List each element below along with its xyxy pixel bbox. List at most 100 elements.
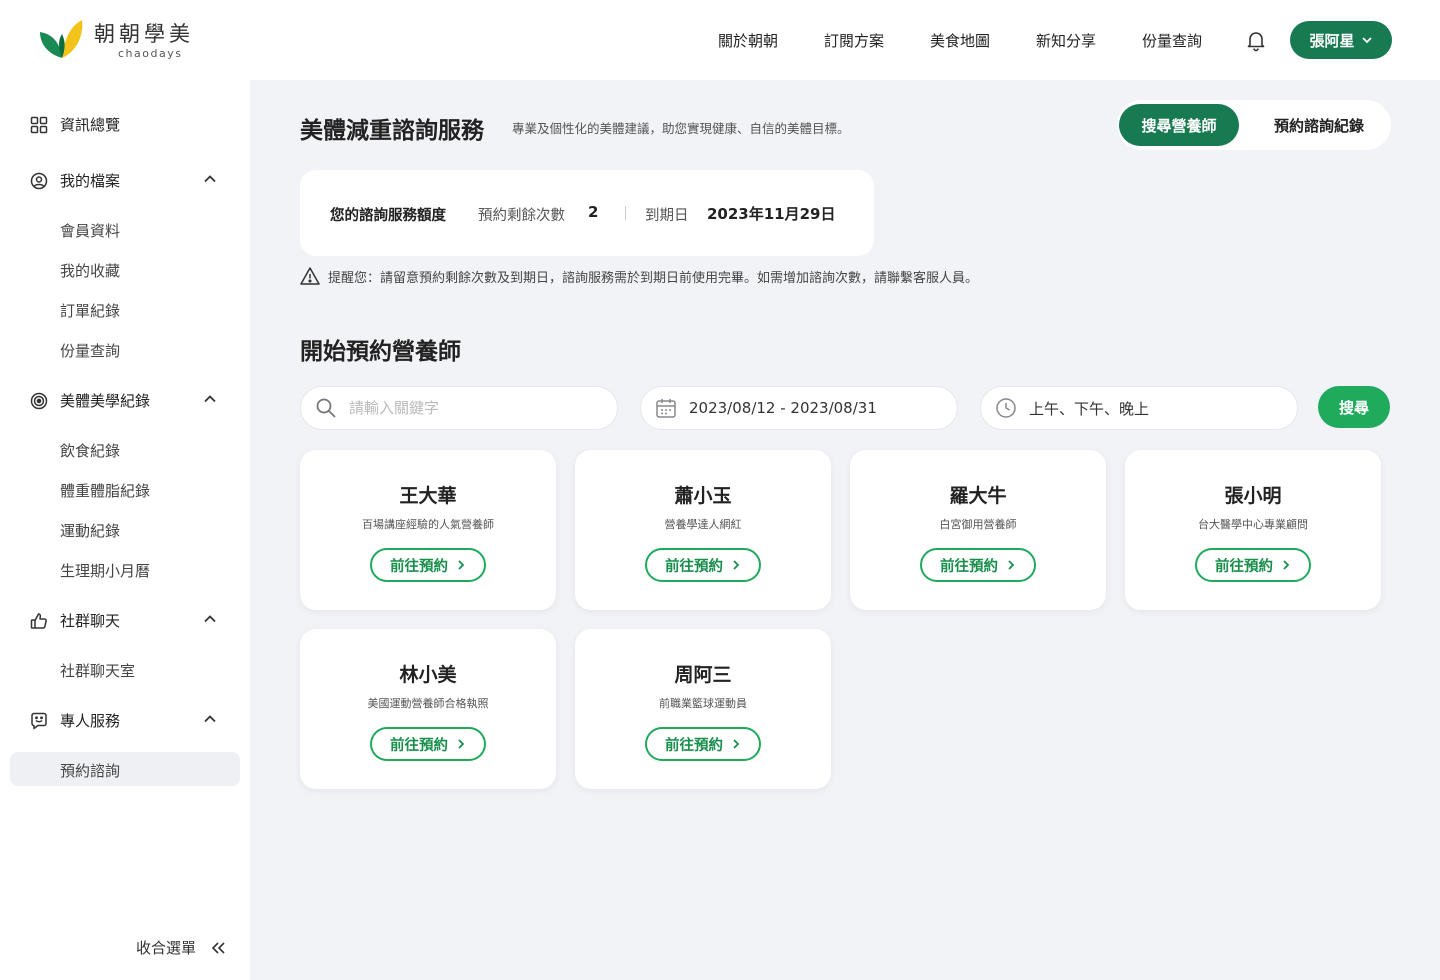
nav-plans[interactable]: 訂閱方案	[824, 30, 884, 51]
sidebar-item-diet[interactable]: 飲食紀錄	[60, 440, 120, 461]
leaf-logo-icon	[40, 20, 83, 58]
chevron-right-icon	[733, 739, 740, 749]
sidebar-group-records[interactable]: 美體美學紀錄	[30, 390, 150, 411]
keyword-input[interactable]	[349, 399, 589, 417]
sidebar-group-community[interactable]: 社群聊天	[30, 610, 120, 631]
nutritionist-name: 羅大牛	[949, 485, 1007, 507]
reminder-notice: 提醒您：請留意預約剩餘次數及到期日，諮詢服務需於到期日前使用完畢。如需增加諮詢次…	[300, 266, 978, 286]
tab-booking-records[interactable]: 預約諮詢紀錄	[1257, 104, 1381, 146]
grid-icon	[30, 116, 48, 133]
time-slot-field[interactable]: 上午、下午、晚上	[980, 386, 1298, 430]
book-label: 前往預約	[390, 558, 448, 575]
expiry-label: 到期日	[645, 208, 689, 224]
date-range-field[interactable]: 2023/08/12 - 2023/08/31	[640, 386, 958, 430]
sidebar-item-member-info[interactable]: 會員資料	[60, 220, 120, 241]
search-icon	[316, 398, 336, 418]
sidebar-group-profile[interactable]: 我的檔案	[30, 170, 120, 191]
sidebar-item-favorites[interactable]: 我的收藏	[60, 260, 120, 281]
book-label: 前往預約	[1215, 558, 1273, 575]
book-button[interactable]: 前往預約	[920, 548, 1036, 582]
sidebar-item-period[interactable]: 生理期小月曆	[60, 560, 150, 581]
chat-smile-icon	[31, 712, 47, 729]
quota-card: 您的諮詢服務額度 預約剩餘次數 2 到期日 2023年11月29日	[300, 170, 874, 256]
sidebar-item-booking[interactable]: 預約諮詢	[60, 760, 120, 781]
tab-search-nutritionist[interactable]: 搜尋營養師	[1119, 104, 1239, 146]
nav-about[interactable]: 關於朝朝	[718, 30, 778, 51]
chevron-right-icon	[733, 560, 740, 570]
thumbs-up-icon	[30, 612, 47, 629]
nav-news[interactable]: 新知分享	[1036, 30, 1096, 51]
nutritionist-description: 百場講座經驗的人氣營養師	[362, 518, 494, 531]
book-button[interactable]: 前往預約	[370, 727, 486, 761]
brand-name-cn: 朝朝學美	[94, 22, 194, 46]
clock-icon	[996, 398, 1016, 418]
nutritionist-name: 林小美	[399, 664, 457, 686]
user-name: 張阿星	[1309, 31, 1355, 50]
sidebar-item-portion[interactable]: 份量查詢	[60, 340, 120, 361]
remaining-label: 預約剩餘次數	[478, 208, 565, 224]
chevron-right-icon	[458, 560, 465, 570]
sidebar: 資訊總覽 我的檔案 會員資料 我的收藏 訂單紀錄 份量查詢 美體美學紀錄 飲食紀…	[0, 80, 250, 980]
collapse-menu-button[interactable]: 收合選單	[136, 937, 226, 958]
book-button[interactable]: 前往預約	[1195, 548, 1311, 582]
nutritionist-name: 周阿三	[674, 664, 732, 686]
nutritionist-description: 美國運動營養師合格執照	[367, 697, 489, 710]
date-range-value: 2023/08/12 - 2023/08/31	[689, 399, 877, 417]
user-circle-icon	[30, 172, 48, 189]
collapse-label: 收合選單	[136, 939, 197, 957]
nutritionist-card: 羅大牛 白宮御用營養師 前往預約	[850, 450, 1106, 610]
remaining-count: 2	[588, 203, 599, 221]
chevron-up-icon[interactable]	[202, 391, 218, 407]
quota-label: 您的諮詢服務額度	[330, 208, 446, 224]
chevron-up-icon[interactable]	[202, 711, 218, 727]
nutritionist-card: 林小美 美國運動營養師合格執照 前往預約	[300, 629, 556, 789]
chevron-up-icon[interactable]	[202, 171, 218, 187]
sidebar-item-label: 資訊總覽	[60, 116, 121, 134]
view-switcher: 搜尋營養師 預約諮詢紀錄	[1117, 100, 1391, 150]
nutritionist-card: 王大華 百場講座經驗的人氣營養師 前往預約	[300, 450, 556, 610]
book-label: 前往預約	[940, 558, 998, 575]
nav-food-map[interactable]: 美食地圖	[930, 30, 990, 51]
user-menu-button[interactable]: 張阿星	[1290, 21, 1392, 59]
reminder-text: 提醒您：請留意預約剩餘次數及到期日，諮詢服務需於到期日前使用完畢。如需增加諮詢次…	[328, 270, 979, 286]
divider	[625, 206, 626, 220]
chevron-up-icon[interactable]	[202, 611, 218, 627]
nutritionist-name: 王大華	[399, 485, 457, 507]
page-title: 美體減重諮詢服務	[300, 118, 484, 144]
sidebar-item-chatroom[interactable]: 社群聊天室	[60, 660, 135, 681]
book-button[interactable]: 前往預約	[645, 548, 761, 582]
target-icon	[30, 392, 48, 409]
nutritionist-description: 台大醫學中心專業顧問	[1198, 518, 1308, 531]
chevron-down-icon	[1361, 37, 1372, 44]
search-button[interactable]: 搜尋	[1318, 386, 1390, 428]
expiry-date: 2023年11月29日	[707, 205, 836, 223]
nutritionist-name: 蕭小玉	[674, 485, 732, 507]
sidebar-item-orders[interactable]: 訂單紀錄	[60, 300, 120, 321]
calendar-icon	[656, 399, 676, 418]
sidebar-group-label: 專人服務	[60, 712, 121, 730]
nav-portion[interactable]: 份量查詢	[1142, 30, 1202, 51]
book-button[interactable]: 前往預約	[370, 548, 486, 582]
book-label: 前往預約	[390, 737, 448, 754]
book-button[interactable]: 前往預約	[645, 727, 761, 761]
page-subtitle: 專業及個性化的美體建議，助您實現健康、自信的美體目標。	[512, 121, 850, 136]
time-slot-value: 上午、下午、晚上	[1029, 399, 1150, 418]
chevron-right-icon	[1008, 560, 1015, 570]
chevron-right-icon	[458, 739, 465, 749]
notification-bell-icon[interactable]	[1244, 28, 1268, 52]
sidebar-item-weight[interactable]: 體重體脂紀錄	[60, 480, 150, 501]
brand-logo[interactable]: 朝朝學美 chaodays	[38, 16, 208, 66]
nutritionist-card: 張小明 台大醫學中心專業顧問 前往預約	[1125, 450, 1381, 610]
chevron-right-icon	[1283, 560, 1290, 570]
nutritionist-description: 營養學達人網紅	[664, 518, 742, 531]
top-bar: 朝朝學美 chaodays 關於朝朝 訂閱方案 美食地圖 新知分享 份量查詢 張…	[0, 0, 1440, 80]
double-chevron-left-icon	[211, 941, 225, 954]
book-label: 前往預約	[665, 737, 723, 754]
sidebar-group-label: 社群聊天	[60, 612, 121, 630]
sidebar-item-exercise[interactable]: 運動紀錄	[60, 520, 120, 541]
nutritionist-description: 白宮御用營養師	[939, 518, 1017, 531]
sidebar-item-overview[interactable]: 資訊總覽	[30, 114, 120, 135]
nutritionist-description: 前職業籃球運動員	[659, 697, 747, 710]
sidebar-group-service[interactable]: 專人服務	[30, 710, 120, 731]
sidebar-group-label: 我的檔案	[60, 172, 121, 190]
